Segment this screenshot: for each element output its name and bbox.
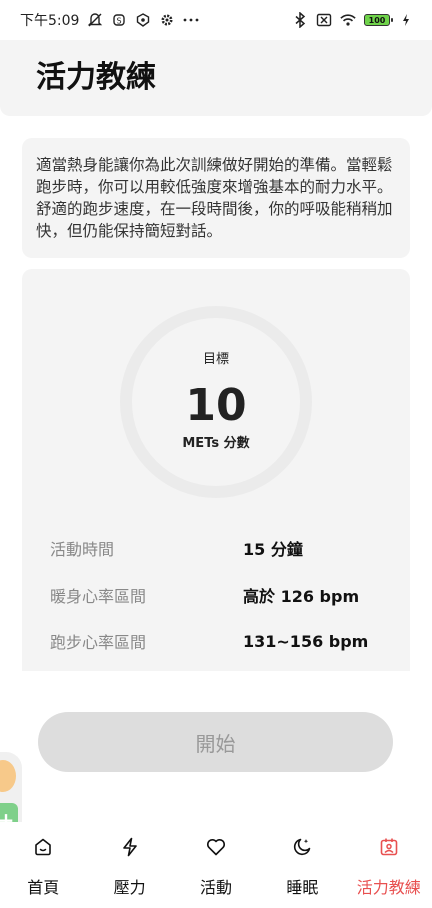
mute-icon <box>87 12 103 28</box>
info-value: 15 分鐘 <box>243 540 303 559</box>
status-bar-left: 下午5:09 S <box>20 10 199 30</box>
target-label: 目標 <box>202 352 229 367</box>
charging-bolt-icon <box>398 12 414 28</box>
nav-item-stress[interactable]: 壓力 <box>86 822 172 908</box>
description-card: 適當熱身能讓你為此次訓練做好開始的準備。當輕鬆跑步時，你可以用較低強度來增強基本… <box>22 138 410 258</box>
sync-icon: S <box>111 12 127 28</box>
nav-item-coach[interactable]: 活力教練 <box>346 822 432 908</box>
nav-label: 壓力 <box>113 878 146 897</box>
target-ring: 目標 10 METs 分數 <box>120 306 312 498</box>
target-card: 目標 10 METs 分數 活動時間 15 分鐘 暖身心率區間 高於 126 b… <box>22 269 410 671</box>
info-label: 暖身心率區間 <box>50 587 147 606</box>
nav-item-home[interactable]: 首頁 <box>0 822 86 908</box>
wifi-icon <box>340 12 356 28</box>
status-bar-right: 100 <box>292 12 414 28</box>
status-bar: 下午5:09 S 100 <box>0 0 432 40</box>
clock: 下午5:09 <box>20 13 80 29</box>
shield-icon <box>135 12 151 28</box>
bluetooth-icon <box>292 12 308 28</box>
target-unit: METs 分數 <box>182 436 250 451</box>
settings-gear-icon <box>159 12 175 28</box>
no-sim-icon <box>316 12 332 28</box>
bottom-nav: 首頁 壓力 活動 睡眠 活力教練 <box>0 822 432 908</box>
home-icon <box>32 836 54 858</box>
info-row-duration: 活動時間 15 分鐘 <box>50 536 390 560</box>
app-screen: 下午5:09 S 100 活力教練 適當熱身能讓你為此次訓練做好開始的準備。當輕… <box>0 0 432 908</box>
info-row-running-hr: 跑步心率區間 131~156 bpm <box>50 629 390 653</box>
start-button[interactable]: 開始 <box>38 712 393 772</box>
target-value: 10 <box>185 380 247 431</box>
description-text: 適當熱身能讓你為此次訓練做好開始的準備。當輕鬆跑步時，你可以用較低強度來增強基本… <box>36 156 393 240</box>
moon-icon <box>291 836 313 858</box>
coach-icon <box>378 836 400 858</box>
info-value: 高於 126 bpm <box>243 587 360 606</box>
info-row-warmup-hr: 暖身心率區間 高於 126 bpm <box>50 583 390 607</box>
nav-label: 活力教練 <box>356 878 421 897</box>
heart-icon <box>205 836 227 858</box>
svg-text:S: S <box>117 17 122 26</box>
more-dots-icon <box>183 12 199 28</box>
nav-item-sleep[interactable]: 睡眠 <box>259 822 345 908</box>
battery-icon: 100 <box>364 14 393 26</box>
lightning-icon <box>119 836 141 858</box>
info-label: 活動時間 <box>50 540 115 559</box>
info-value: 131~156 bpm <box>243 631 369 651</box>
info-label: 跑步心率區間 <box>50 633 147 652</box>
nav-label: 睡眠 <box>286 878 319 897</box>
page-title: 活力教練 <box>36 60 156 95</box>
nav-label: 首頁 <box>27 878 60 897</box>
nav-label: 活動 <box>199 878 232 897</box>
nav-item-activity[interactable]: 活動 <box>173 822 259 908</box>
